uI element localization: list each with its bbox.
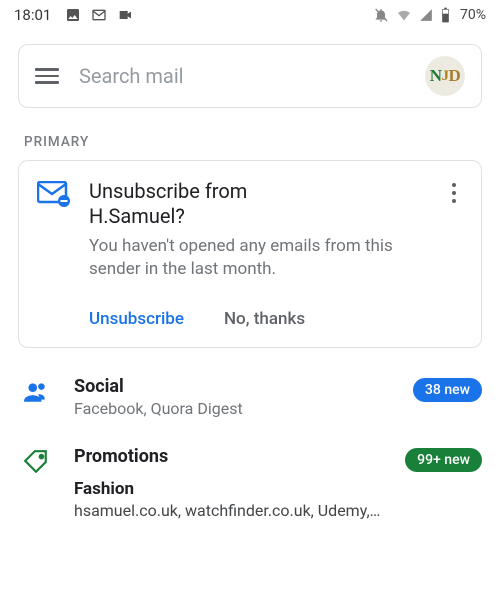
category-social[interactable]: Social Facebook, Quora Digest 38 new: [0, 362, 500, 418]
status-bar: 18:01 70%: [0, 0, 500, 30]
no-thanks-button[interactable]: No, thanks: [224, 309, 305, 329]
social-title: Social: [74, 376, 391, 397]
category-promotions[interactable]: Promotions Fashion hsamuel.co.uk, watchf…: [0, 432, 500, 520]
unsubscribe-title: Unsubscribe fromH.Samuel?: [89, 179, 427, 229]
social-icon: [20, 379, 52, 405]
battery-icon: [440, 7, 451, 23]
promotions-title: Promotions: [74, 446, 383, 467]
unsubscribe-card: Unsubscribe fromH.Samuel? You haven't op…: [18, 160, 482, 348]
video-icon: [117, 7, 133, 23]
menu-icon[interactable]: [35, 64, 59, 88]
section-primary: PRIMARY: [24, 134, 480, 150]
status-time: 18:01: [14, 6, 51, 24]
wifi-icon: [396, 7, 412, 23]
promotions-badge: 99+ new: [405, 448, 482, 472]
social-badge: 38 new: [413, 378, 482, 402]
avatar[interactable]: NJD: [425, 56, 465, 96]
unsubscribe-mail-icon: [37, 181, 71, 329]
battery-pct: 70%: [460, 7, 486, 23]
gmail-icon: [91, 7, 107, 23]
dnd-icon: [373, 7, 389, 23]
promotions-icon: [20, 449, 52, 475]
promotions-senders: hsamuel.co.uk, watchfinder.co.uk, Udemy,…: [74, 501, 383, 520]
signal-icon: [419, 7, 433, 23]
image-icon: [65, 7, 81, 23]
social-senders: Facebook, Quora Digest: [74, 399, 391, 418]
more-icon[interactable]: [445, 183, 463, 329]
search-input[interactable]: Search mail: [79, 64, 405, 88]
unsubscribe-button[interactable]: Unsubscribe: [89, 309, 184, 329]
promotions-section: Fashion: [74, 479, 383, 499]
unsubscribe-body: You haven't opened any emails from this …: [89, 235, 427, 281]
search-bar[interactable]: Search mail NJD: [18, 44, 482, 108]
